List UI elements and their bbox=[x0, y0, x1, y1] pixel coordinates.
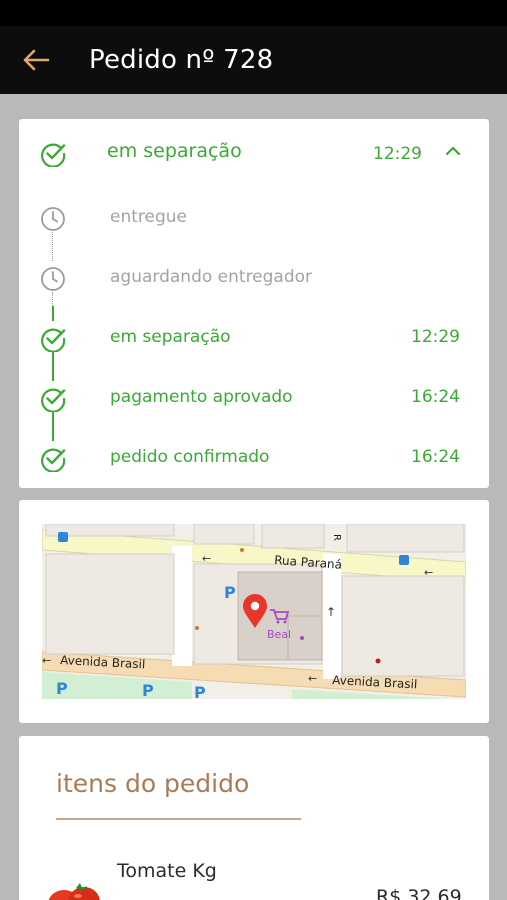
check-circle-icon bbox=[41, 388, 66, 412]
timeline-item-pagamento: pagamento aprovado 16:24 bbox=[19, 378, 489, 418]
svg-text:P: P bbox=[224, 583, 236, 602]
svg-text:P: P bbox=[194, 683, 206, 699]
svg-text:P: P bbox=[142, 681, 154, 699]
timeline-label: em separação bbox=[110, 327, 231, 347]
timeline-time: 12:29 bbox=[411, 327, 460, 347]
product-name: Tomate Kg bbox=[117, 860, 217, 882]
current-status-label: em separação bbox=[107, 140, 242, 162]
timeline-label: pagamento aprovado bbox=[110, 387, 293, 407]
timeline-item-aguardando: aguardando entregador bbox=[19, 258, 489, 298]
store-label: Beal bbox=[267, 628, 291, 641]
timeline-time: 16:24 bbox=[411, 447, 460, 467]
store-map[interactable]: P P P P ← ← ← ← ↑ Rua Paraná Avenida Bra… bbox=[42, 524, 466, 699]
timeline-time: 16:24 bbox=[411, 387, 460, 407]
svg-text:←: ← bbox=[424, 566, 433, 579]
svg-text:P: P bbox=[56, 679, 68, 698]
timeline-item-confirmado: pedido confirmado 16:24 bbox=[19, 438, 489, 478]
map-card: P P P P ← ← ← ← ↑ Rua Paraná Avenida Bra… bbox=[19, 500, 489, 723]
check-circle-icon bbox=[41, 143, 66, 167]
timeline-label: aguardando entregador bbox=[110, 267, 313, 287]
divider bbox=[56, 818, 301, 820]
status-header-toggle[interactable]: em separação 12:29 bbox=[19, 119, 489, 187]
svg-text:←: ← bbox=[308, 672, 317, 685]
current-status-time: 12:29 bbox=[373, 144, 422, 164]
street-label-r: R bbox=[331, 534, 342, 541]
page-title: Pedido nº 728 bbox=[89, 45, 274, 75]
chevron-up-icon bbox=[445, 146, 461, 156]
timeline-label: pedido confirmado bbox=[110, 447, 270, 467]
arrow-left-icon bbox=[23, 49, 50, 71]
clock-icon bbox=[41, 207, 65, 231]
timeline-item-separacao: em separação 12:29 bbox=[19, 318, 489, 358]
app-bar: Pedido nº 728 bbox=[0, 26, 507, 94]
svg-text:↑: ↑ bbox=[326, 605, 336, 619]
back-button[interactable] bbox=[0, 26, 72, 94]
order-items-card: itens do pedido Tomate Kg R$ 32,69 bbox=[19, 736, 489, 900]
check-circle-icon bbox=[41, 328, 66, 352]
svg-text:←: ← bbox=[42, 654, 51, 667]
system-status-bar bbox=[0, 0, 507, 26]
items-section-title: itens do pedido bbox=[56, 769, 250, 798]
check-circle-icon bbox=[41, 448, 66, 472]
timeline-item-entregue: entregue bbox=[19, 198, 489, 238]
clock-icon bbox=[41, 267, 65, 291]
svg-text:←: ← bbox=[202, 552, 211, 565]
tomato-icon bbox=[48, 883, 100, 900]
order-status-card: em separação 12:29 entregue aguardando e… bbox=[19, 119, 489, 488]
timeline-label: entregue bbox=[110, 207, 187, 227]
product-price: R$ 32,69 bbox=[376, 886, 462, 900]
